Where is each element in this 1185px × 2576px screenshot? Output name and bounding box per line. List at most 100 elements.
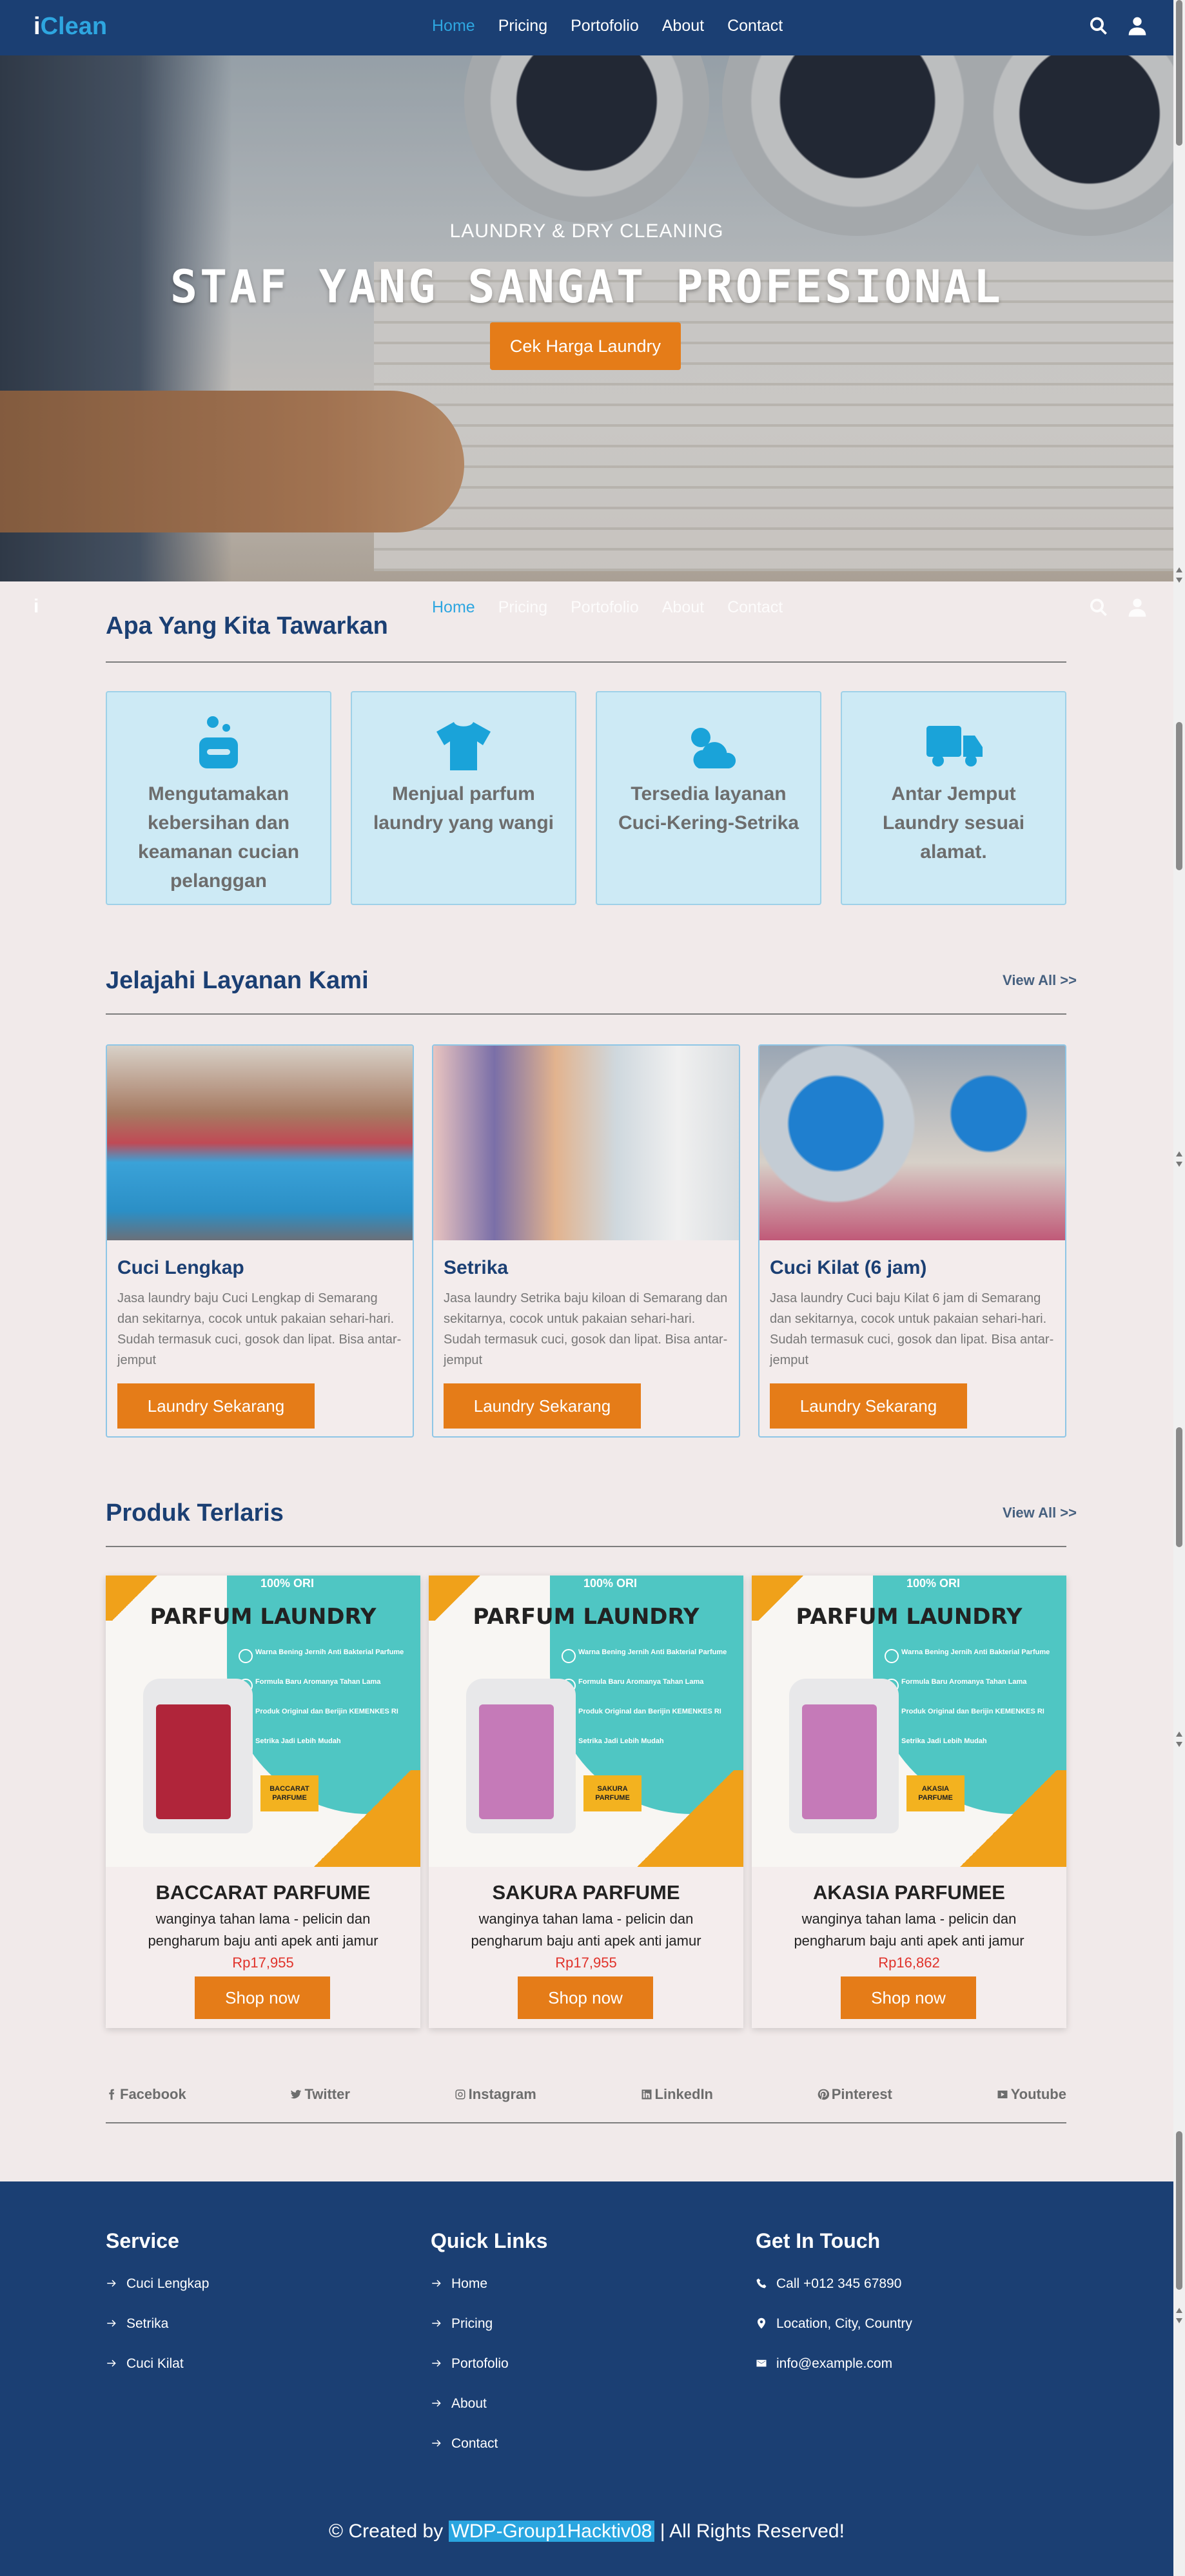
ghost-nav-icons <box>1088 597 1148 618</box>
social-linkedin[interactable]: LinkedIn <box>641 2086 713 2103</box>
social-facebook[interactable]: Facebook <box>106 2086 186 2103</box>
social-youtube[interactable]: Youtube <box>997 2086 1066 2103</box>
check-icon <box>562 1649 576 1663</box>
product-name: BACCARAT PARFUME <box>155 1881 371 1904</box>
product-image: 100% ORI PARFUM LAUNDRY Warna Bening Jer… <box>429 1576 743 1867</box>
copyright: © Created by WDP-Group1Hacktiv08 | All R… <box>329 2521 845 2542</box>
scroll-up-arrow[interactable] <box>1176 2308 1182 2313</box>
arrow-right-icon <box>432 2319 441 2327</box>
bottle-label <box>479 1704 554 1819</box>
services-view-all-link[interactable]: View All >> <box>1003 972 1077 989</box>
laundry-now-button[interactable]: Laundry Sekarang <box>444 1383 641 1429</box>
decor <box>304 1770 420 1867</box>
footer-phone[interactable]: Call +012 345 67890 <box>756 2270 912 2310</box>
instagram-icon <box>455 2089 465 2100</box>
scroll-up-arrow[interactable] <box>1176 1732 1182 1737</box>
footer-link[interactable]: Cuci Kilat <box>106 2350 209 2390</box>
location-pin-icon <box>758 2317 765 2329</box>
product-card: 100% ORI PARFUM LAUNDRY Warna Bening Jer… <box>106 1576 420 2028</box>
nav-contact[interactable]: Contact <box>727 17 783 35</box>
service-desc: Jasa laundry baju Cuci Lengkap di Semara… <box>117 1291 402 1367</box>
scroll-up-arrow[interactable] <box>1176 1151 1182 1156</box>
nav-portofolio[interactable]: Portofolio <box>571 17 639 35</box>
social-instagram[interactable]: Instagram <box>455 2086 536 2103</box>
ghost-logo[interactable]: i <box>34 596 39 618</box>
ghost-nav-portofolio[interactable]: Portofolio <box>571 598 639 617</box>
hero-subtitle: LAUNDRY & DRY CLEANING <box>449 220 724 242</box>
offer-text: Antar Jemput Laundry sesuai alamat. <box>882 783 1025 863</box>
scroll-up-arrow[interactable] <box>1176 567 1182 572</box>
soap-icon <box>199 716 238 768</box>
nav-pricing[interactable]: Pricing <box>498 17 547 35</box>
service-card: Cuci Kilat (6 jam) Jasa laundry Cuci baj… <box>758 1044 1066 1438</box>
offer-card: Menjual parfum laundry yang wangi <box>351 691 576 905</box>
ghost-nav-contact[interactable]: Contact <box>727 598 783 617</box>
bottle-label <box>156 1704 231 1819</box>
feature-text: Setrika Jadi Lebih Mudah <box>901 1737 987 1745</box>
hero-title: STAF YANG SANGAT PROFESIONAL <box>170 260 1004 313</box>
arrow-right-icon <box>107 2279 116 2287</box>
shop-now-button[interactable]: Shop now <box>841 1976 976 2019</box>
arrow-right-icon <box>432 2439 441 2447</box>
user-icon[interactable] <box>1127 15 1148 36</box>
product-name: SAKURA PARFUME <box>492 1881 680 1904</box>
feature-text: Formula Baru Aromanya Tahan Lama <box>578 1678 704 1686</box>
offer-card: Mengutamakan kebersihan dan keamanan cuc… <box>106 691 331 905</box>
nav-menu: Home Pricing Portofolio About Contact <box>432 17 806 35</box>
scrollbar-thumb[interactable] <box>1176 722 1182 870</box>
footer: Service Cuci Lengkap Setrika Cuci Kilat … <box>0 2181 1173 2576</box>
user-icon[interactable] <box>1127 597 1148 618</box>
laundromat-women-image <box>759 1046 1065 1240</box>
scrollbar[interactable] <box>1173 0 1185 2576</box>
product-name: AKASIA PARFUMEE <box>813 1881 1005 1904</box>
footer-link[interactable]: About <box>431 2390 547 2430</box>
social-twitter[interactable]: Twitter <box>290 2086 350 2103</box>
scroll-down-arrow[interactable] <box>1176 2318 1182 2323</box>
social-pinterest[interactable]: Pinterest <box>818 2086 892 2103</box>
laundry-now-button[interactable]: Laundry Sekarang <box>770 1383 967 1429</box>
footer-link[interactable]: Home <box>431 2270 547 2310</box>
search-icon[interactable] <box>1088 597 1109 618</box>
group-link[interactable]: WDP-Group1Hacktiv08 <box>448 2521 655 2542</box>
product-image-title: PARFUM LAUNDRY <box>150 1604 377 1630</box>
divider <box>106 661 1066 663</box>
service-title: Cuci Lengkap <box>117 1257 244 1278</box>
divider <box>106 1013 1066 1015</box>
footer-link[interactable]: Contact <box>431 2430 547 2470</box>
footer-quick-links: Quick Links Home Pricing Portofolio Abou… <box>431 2229 547 2470</box>
ghost-nav-pricing[interactable]: Pricing <box>498 598 547 617</box>
nav-about[interactable]: About <box>662 17 704 35</box>
cek-harga-button[interactable]: Cek Harga Laundry <box>490 322 681 370</box>
hero-overlay <box>0 55 1173 581</box>
linkedin-icon <box>641 2089 652 2100</box>
search-icon[interactable] <box>1088 15 1109 36</box>
shop-now-button[interactable]: Shop now <box>518 1976 653 2019</box>
footer-link[interactable]: Setrika <box>106 2310 209 2350</box>
nav-home[interactable]: Home <box>432 17 475 35</box>
services-title: Jelajahi Layanan Kami <box>106 967 369 994</box>
scrollbar-thumb[interactable] <box>1176 1427 1182 1547</box>
offer-text: Menjual parfum laundry yang wangi <box>373 783 554 834</box>
footer-email[interactable]: info@example.com <box>756 2350 912 2390</box>
product-image-title: PARFUM LAUNDRY <box>796 1604 1023 1630</box>
sun-cloud-icon <box>681 718 736 768</box>
scroll-down-arrow[interactable] <box>1176 578 1182 583</box>
nav-icons <box>1088 15 1148 36</box>
scroll-down-arrow[interactable] <box>1176 1742 1182 1747</box>
footer-link[interactable]: Portofolio <box>431 2350 547 2390</box>
feature-text: Produk Original dan Berijin KEMENKES RI <box>901 1708 1044 1715</box>
ori-badge: 100% ORI <box>260 1577 315 1590</box>
scrollbar-thumb[interactable] <box>1176 0 1182 146</box>
ghost-nav-home[interactable]: Home <box>432 598 475 617</box>
laundry-now-button[interactable]: Laundry Sekarang <box>117 1383 315 1429</box>
offer-text: Tersedia layanan Cuci-Kering-Setrika <box>618 783 799 834</box>
ghost-nav-about[interactable]: About <box>662 598 704 617</box>
feature-text: Setrika Jadi Lebih Mudah <box>255 1737 341 1745</box>
footer-link[interactable]: Cuci Lengkap <box>106 2270 209 2310</box>
scrollbar-thumb[interactable] <box>1176 2131 1182 2290</box>
products-view-all-link[interactable]: View All >> <box>1003 1505 1077 1521</box>
logo[interactable]: iClean <box>34 13 107 41</box>
scroll-down-arrow[interactable] <box>1176 1162 1182 1167</box>
shop-now-button[interactable]: Shop now <box>195 1976 330 2019</box>
footer-link[interactable]: Pricing <box>431 2310 547 2350</box>
